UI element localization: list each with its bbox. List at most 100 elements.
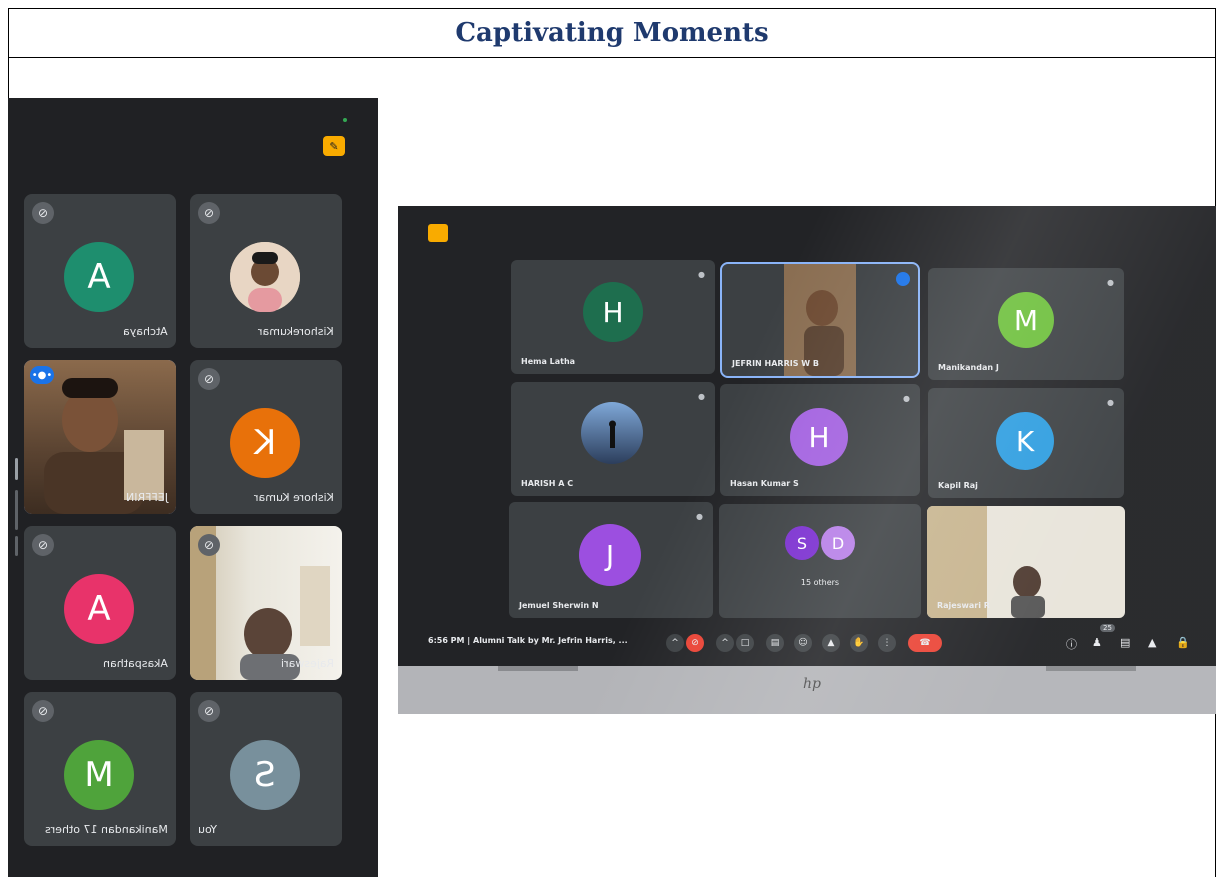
avatar-initial: K <box>1015 424 1035 458</box>
camera-toggle-button[interactable]: □ <box>736 634 754 652</box>
avatar: J <box>579 524 641 586</box>
participant-name: HARISH A C <box>521 479 574 488</box>
participants-count-badge: 25 <box>1100 624 1115 632</box>
tile-jemuel-sherwin: ● J Jemuel Sherwin N <box>509 502 713 618</box>
avatar-initial: M <box>84 755 114 795</box>
mic-off-icon: ⊘ <box>32 202 54 224</box>
participant-name: Manikandan J <box>938 363 999 372</box>
mic-off-icon: ⊘ <box>198 534 220 556</box>
scroll-track-lower <box>15 536 18 556</box>
emoji-button[interactable]: ☺ <box>794 634 812 652</box>
tile-akaspathan: ⊘ A Akaspathan <box>24 526 176 680</box>
mic-toggle-button[interactable]: ⊘ <box>686 634 704 652</box>
avatar-initial: M <box>1013 303 1039 337</box>
avatar-photo <box>581 402 643 464</box>
mic-options-button[interactable]: ^ <box>666 634 684 652</box>
participant-name: Rajeswari R <box>937 601 990 610</box>
page-title: Captivating Moments <box>455 18 769 48</box>
info-icon[interactable]: ⓘ <box>1066 636 1077 652</box>
more-options-button[interactable]: ⋮ <box>878 634 896 652</box>
avatar: S <box>230 740 300 810</box>
tile-rajeswari: ⊘ Rajeswari <box>190 526 342 680</box>
present-button[interactable]: ▲ <box>822 634 840 652</box>
mic-off-icon: ⊘ <box>32 534 54 556</box>
avatar-photo <box>230 242 300 312</box>
speaking-indicator-icon: •●• <box>30 366 54 384</box>
mic-off-icon: ● <box>698 270 705 279</box>
participant-name: Kishorekumar <box>258 325 334 338</box>
avatar-initial: J <box>605 538 615 572</box>
leave-call-button[interactable]: ☎ <box>908 634 942 652</box>
raise-hand-button[interactable]: ✋ <box>850 634 868 652</box>
tile-hema-latha: ● H Hema Latha <box>511 260 715 374</box>
participant-name: JEFRIN HARRIS W B <box>732 359 819 368</box>
scroll-track <box>15 490 18 530</box>
camera-badge-icon <box>428 224 448 242</box>
tile-kishorekumar: ⊘ Kishorekumar <box>190 194 342 348</box>
avatar-initial: A <box>87 257 111 297</box>
tile-kapil-raj: ● K Kapil Raj <box>928 388 1124 498</box>
avatar-initial: H <box>808 420 830 454</box>
scroll-indicator <box>15 458 18 480</box>
mic-off-icon: ● <box>1107 398 1114 407</box>
activities-icon[interactable]: ▲ <box>1148 636 1156 649</box>
avatar: M <box>998 292 1054 348</box>
avatar: H <box>583 282 643 342</box>
mic-off-icon: ⊘ <box>32 700 54 722</box>
meeting-control-bar: 6:56 PM | Alumni Talk by Mr. Jefrin Harr… <box>398 624 1216 660</box>
others-count: 15 others <box>800 578 840 587</box>
avatar: K <box>230 408 300 478</box>
participant-name: Hema Latha <box>521 357 576 366</box>
avatar: S <box>785 526 819 560</box>
tile-manikandan-j: ● M Manikandan J <box>928 268 1124 380</box>
avatar-initial: A <box>87 589 111 629</box>
avatar: D <box>821 526 855 560</box>
mic-off-icon: ● <box>1107 278 1114 287</box>
tile-jefrin-harris: JEFRIN HARRIS W B <box>720 262 920 378</box>
avatar: M <box>64 740 134 810</box>
phone-screenshot: ✎ ⊘ A Atchaya ⊘ Kishorekumar •●• JEFFRIN… <box>8 98 378 877</box>
mic-off-icon: ● <box>696 512 703 521</box>
tile-hasan-kumar: ● H Hasan Kumar S <box>720 384 920 496</box>
tile-kishore-kumar: ⊘ K Kishore Kumar <box>190 360 342 514</box>
avatar-initial: K <box>253 423 277 463</box>
captions-button[interactable]: ▤ <box>766 634 784 652</box>
tile-you: ⊘ S You <box>190 692 342 846</box>
camera-options-button[interactable]: ^ <box>716 634 734 652</box>
avatar-initial: S <box>796 533 808 553</box>
chat-icon[interactable]: ▤ <box>1120 636 1130 649</box>
avatar: A <box>64 242 134 312</box>
avatar-initial: D <box>831 533 845 553</box>
speaking-indicator-icon <box>896 272 910 286</box>
participant-name: Hasan Kumar S <box>730 479 799 488</box>
camera-badge-icon: ✎ <box>323 136 345 156</box>
mic-off-icon: ⊘ <box>198 700 220 722</box>
hinge-right <box>1046 666 1136 671</box>
avatar-initial: S <box>254 755 276 795</box>
host-controls-icon[interactable]: 🔒 <box>1176 636 1190 649</box>
people-icon[interactable]: ♟ <box>1092 636 1102 649</box>
hinge-left <box>498 666 578 671</box>
status-dot <box>343 118 347 122</box>
participant-name: JEFFRIN <box>126 491 168 504</box>
laptop-screen: ● H Hema Latha JEFRIN HARRIS W B ● M Man… <box>398 206 1216 666</box>
mic-off-icon: ⊘ <box>198 368 220 390</box>
avatar: H <box>790 408 848 466</box>
participant-name: Rajeswari <box>280 657 334 670</box>
tile-others: S D 15 others <box>719 504 921 618</box>
avatar-initial: H <box>602 295 624 329</box>
mic-off-icon: ⊘ <box>198 202 220 224</box>
meeting-info: 6:56 PM | Alumni Talk by Mr. Jefrin Harr… <box>428 636 628 645</box>
tile-manikandan: ⊘ M Manikandan 17 others <box>24 692 176 846</box>
title-row: Captivating Moments <box>9 9 1215 58</box>
laptop-photo: ● H Hema Latha JEFRIN HARRIS W B ● M Man… <box>398 206 1216 714</box>
participant-name: Jemuel Sherwin N <box>519 601 599 610</box>
participant-name: Atchaya <box>123 325 168 338</box>
tile-harish: ● HARISH A C <box>511 382 715 496</box>
avatar: A <box>64 574 134 644</box>
tile-jeffrin: •●• JEFFRIN <box>24 360 176 514</box>
tile-rajeswari-r: Rajeswari R <box>927 506 1125 618</box>
participant-name: Akaspathan <box>103 657 168 670</box>
avatar: K <box>996 412 1054 470</box>
mic-off-icon: ● <box>698 392 705 401</box>
